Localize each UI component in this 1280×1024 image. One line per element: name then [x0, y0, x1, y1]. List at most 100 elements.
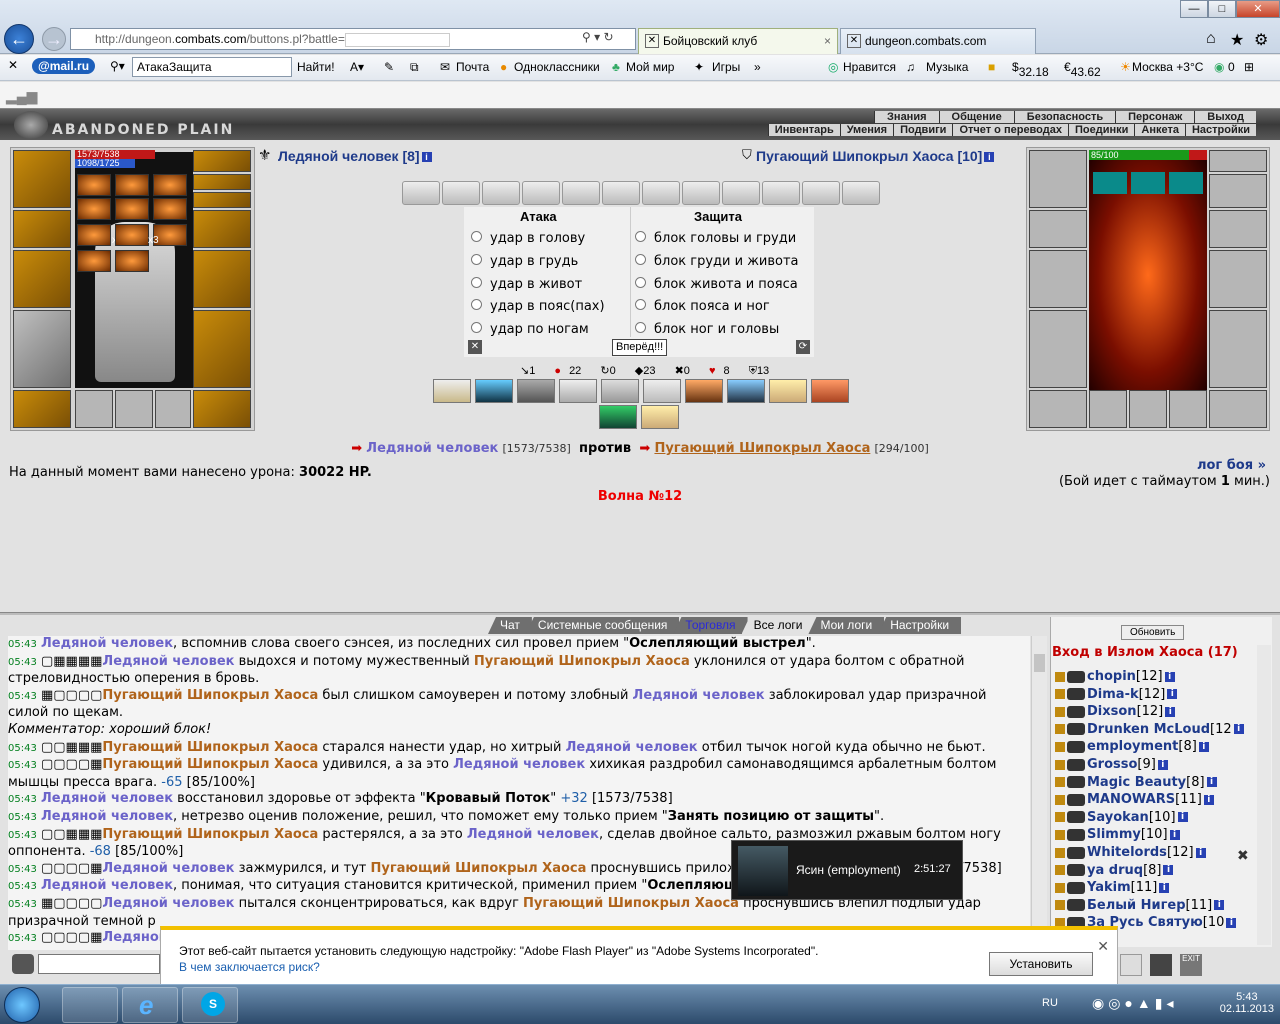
enemy-armor-slot[interactable] [1029, 310, 1087, 388]
pants-slot[interactable] [193, 310, 251, 388]
minimize-button[interactable]: — [1180, 0, 1208, 18]
user-name[interactable]: Yakim [1087, 880, 1131, 895]
armor-slot[interactable] [13, 310, 71, 388]
defense-radio-legs-head[interactable] [635, 322, 646, 333]
user-info-icon[interactable]: i [1214, 900, 1225, 911]
search-select[interactable]: АтакаЗащита [132, 57, 292, 77]
enemy-ring-slot[interactable] [1209, 174, 1267, 208]
menu-character[interactable]: Персонаж [1115, 111, 1195, 123]
user-name[interactable]: Dixson [1087, 704, 1137, 719]
myworld-link[interactable]: Мой мир [626, 60, 674, 74]
potion-slot[interactable] [77, 250, 111, 272]
back-button[interactable]: ← [4, 24, 34, 54]
spell-slot[interactable] [685, 379, 723, 403]
spell-slot[interactable] [811, 379, 849, 403]
user-info-icon[interactable]: i [1165, 706, 1176, 717]
defense-radio-head-chest[interactable] [635, 231, 646, 242]
page-icon[interactable]: ⧉ [410, 60, 419, 75]
weapon-slot[interactable] [13, 250, 71, 308]
language-indicator[interactable]: RU [1042, 997, 1058, 1009]
spell-slot[interactable] [601, 379, 639, 403]
chat-hand-icon[interactable] [1150, 954, 1172, 976]
gloves-slot[interactable] [193, 210, 251, 248]
potion-slot[interactable] [153, 174, 187, 196]
user-name[interactable]: ya druq [1087, 863, 1143, 878]
toolbar-close-icon[interactable]: ✕ [8, 58, 18, 72]
chat-input[interactable] [38, 954, 160, 974]
enemy-bracer-slot[interactable] [1029, 210, 1087, 248]
scroll-slot[interactable] [802, 181, 840, 205]
potion-slot[interactable]: x3 [148, 224, 187, 246]
empty-slot[interactable] [75, 390, 113, 428]
shield-slot[interactable] [193, 250, 251, 308]
potion-slot[interactable] [115, 250, 149, 272]
user-entry[interactable]: chopin[12] i [1055, 669, 1175, 684]
scroll-slot[interactable] [722, 181, 760, 205]
menu-achievements[interactable]: Подвиги [893, 124, 953, 136]
scroll-slot[interactable] [642, 181, 680, 205]
necklace-slot[interactable] [13, 210, 71, 248]
refresh-button[interactable]: Обновить [1121, 625, 1185, 640]
menu-exit[interactable]: Выход [1194, 111, 1256, 123]
user-entry[interactable]: ya druq[8] i [1055, 863, 1174, 878]
music-link[interactable]: Музыка [926, 60, 968, 74]
more-chevron-icon[interactable]: » [754, 60, 761, 74]
menu-transfers[interactable]: Отчет о переводах [952, 124, 1068, 136]
highlight-icon[interactable]: ✎ [384, 60, 394, 74]
skype-taskbar-icon[interactable]: S [182, 987, 238, 1023]
belt-slot[interactable] [13, 390, 71, 428]
scrollbar-thumb[interactable] [1034, 654, 1045, 672]
chat-scrollbar[interactable] [1031, 636, 1047, 950]
enemy-pants-slot[interactable] [1209, 310, 1267, 388]
scroll-slot[interactable] [842, 181, 880, 205]
favorites-star-icon[interactable]: ★ [1230, 30, 1244, 50]
player-info-icon[interactable]: i [421, 152, 432, 163]
attack-radio-chest[interactable] [471, 254, 482, 265]
spell-slot[interactable] [727, 379, 765, 403]
defense-radio-belly-waist[interactable] [635, 277, 646, 288]
close-x-icon[interactable]: ✖ [1237, 847, 1249, 864]
close-window-button[interactable]: ✕ [1236, 0, 1280, 18]
user-entry[interactable]: Magic Beauty[8] i [1055, 775, 1217, 790]
versus-player-link[interactable]: Ледяной человек [366, 441, 498, 456]
earring-slot[interactable] [193, 150, 251, 172]
versus-enemy-link[interactable]: Пугающий Шипокрыл Хаоса [654, 441, 870, 456]
enemy-earring-slot[interactable] [1209, 150, 1267, 172]
user-entry[interactable]: Grosso[9] i [1055, 757, 1168, 772]
mailru-logo[interactable]: @mail.ru [32, 58, 96, 74]
spell-slot[interactable] [641, 405, 679, 429]
user-entry[interactable]: Yakim[11] i [1055, 880, 1170, 895]
menu-skills[interactable]: Умения [839, 124, 894, 136]
empty-slot[interactable] [115, 390, 153, 428]
user-info-icon[interactable]: i [1157, 759, 1168, 770]
forward-button[interactable]: → [42, 27, 66, 51]
user-name[interactable]: employment [1087, 739, 1178, 754]
user-info-icon[interactable]: i [1226, 917, 1237, 928]
go-button[interactable]: Вперёд!!! [612, 339, 668, 356]
user-info-icon[interactable]: i [1198, 741, 1209, 752]
enemy-empty-slot[interactable] [1089, 390, 1127, 428]
spell-slot[interactable] [517, 379, 555, 403]
clock[interactable]: 5:43 02.11.2013 [1220, 991, 1274, 1015]
user-info-icon[interactable]: i [1233, 724, 1244, 735]
enemy-shield-slot[interactable] [1209, 250, 1267, 308]
battle-log-link[interactable]: лог боя » [1197, 458, 1266, 473]
odnoklassniki-link[interactable]: Одноклассники [514, 60, 600, 74]
enemy-helmet-slot[interactable] [1029, 150, 1087, 208]
user-info-icon[interactable]: i [1164, 671, 1175, 682]
boots-slot[interactable] [193, 390, 251, 428]
scroll-slot[interactable] [682, 181, 720, 205]
enemy-belt-slot[interactable] [1029, 390, 1087, 428]
enemy-effect-icon[interactable] [1093, 172, 1127, 194]
cancel-icon[interactable]: ✕ [468, 340, 482, 354]
user-name[interactable]: Whitelords [1087, 845, 1167, 860]
taskbar-app-icon[interactable] [62, 987, 118, 1023]
ie-taskbar-icon[interactable]: e [122, 987, 178, 1023]
home-icon[interactable]: ⌂ [1206, 30, 1216, 48]
scroll-slot[interactable] [522, 181, 560, 205]
user-info-icon[interactable]: i [1203, 794, 1214, 805]
user-name[interactable]: Белый Нигер [1087, 898, 1186, 913]
risk-link[interactable]: В чем заключается риск? [179, 960, 320, 974]
user-info-icon[interactable]: i [1169, 829, 1180, 840]
user-entry[interactable]: Sayokan[10] i [1055, 810, 1188, 825]
